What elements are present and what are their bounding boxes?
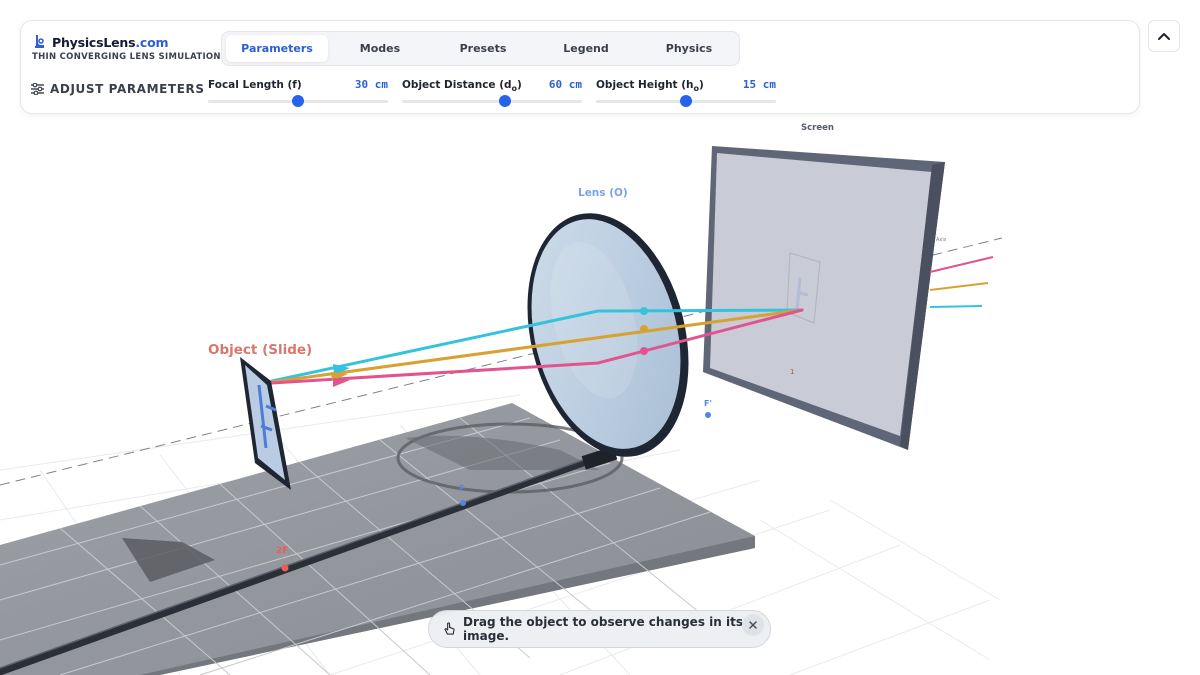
object-slide[interactable]	[240, 357, 291, 490]
slider-value: 60 cm	[548, 78, 582, 91]
tab-legend[interactable]: Legend	[535, 35, 637, 62]
tab-bar: Parameters Modes Presets Legend Physics	[221, 31, 740, 66]
hand-pointer-icon	[444, 622, 455, 635]
screen-label: Screen	[801, 123, 834, 133]
toast-message: Drag the object to observe changes in it…	[463, 615, 743, 643]
chevron-up-icon	[1158, 33, 1170, 40]
two-f-marker	[281, 564, 289, 572]
toast-close-button[interactable]	[742, 614, 764, 636]
two-f-label: 2F	[276, 546, 289, 556]
brand-name: PhysicsLens.com	[52, 34, 169, 50]
object-label: Object (Slide)	[208, 342, 313, 358]
lens-label: Lens (O)	[578, 187, 628, 199]
adjust-parameters-label: ADJUST PARAMETERS	[50, 82, 205, 96]
slider-thumb[interactable]	[292, 95, 304, 107]
close-icon	[749, 621, 757, 629]
slider-label: Object Height (ho)	[596, 79, 704, 94]
f-label: F	[459, 484, 465, 493]
hint-toast: Drag the object to observe changes in it…	[428, 610, 771, 648]
slider-track[interactable]	[402, 100, 582, 103]
control-panel: PhysicsLens.com THIN CONVERGING LENS SIM…	[20, 20, 1140, 114]
slider-value: 30 cm	[354, 78, 388, 91]
slider-thumb[interactable]	[680, 95, 692, 107]
slider-value: 15 cm	[742, 78, 776, 91]
flask-icon	[35, 35, 44, 48]
image-marker: 1	[790, 368, 795, 376]
tab-modes[interactable]: Modes	[329, 35, 431, 62]
object-distance-slider: Object Distance (do) 60 cm	[402, 78, 582, 107]
f-prime-label: F'	[704, 399, 712, 408]
brand[interactable]: PhysicsLens.com THIN CONVERGING LENS SIM…	[32, 34, 221, 63]
adjust-parameters-heading: ADJUST PARAMETERS	[31, 82, 205, 96]
focal-length-slider: Focal Length (f) 30 cm	[208, 78, 388, 107]
tab-parameters[interactable]: Parameters	[226, 35, 328, 62]
brand-subtitle: THIN CONVERGING LENS SIMULATION	[32, 52, 221, 62]
slider-thumb[interactable]	[498, 95, 511, 107]
sliders-icon	[31, 83, 44, 95]
slider-label: Object Distance (do)	[402, 79, 522, 94]
tab-presets[interactable]: Presets	[432, 35, 534, 62]
collapse-panel-button[interactable]	[1148, 20, 1180, 52]
projection-screen[interactable]	[703, 146, 945, 450]
axis-label: Axis	[936, 237, 947, 243]
f-marker	[460, 500, 466, 506]
f-prime-marker	[705, 412, 711, 418]
tab-physics[interactable]: Physics	[638, 35, 740, 62]
slider-label: Focal Length (f)	[208, 79, 302, 91]
object-height-slider: Object Height (ho) 15 cm	[596, 78, 776, 107]
rays-exit	[929, 256, 994, 308]
